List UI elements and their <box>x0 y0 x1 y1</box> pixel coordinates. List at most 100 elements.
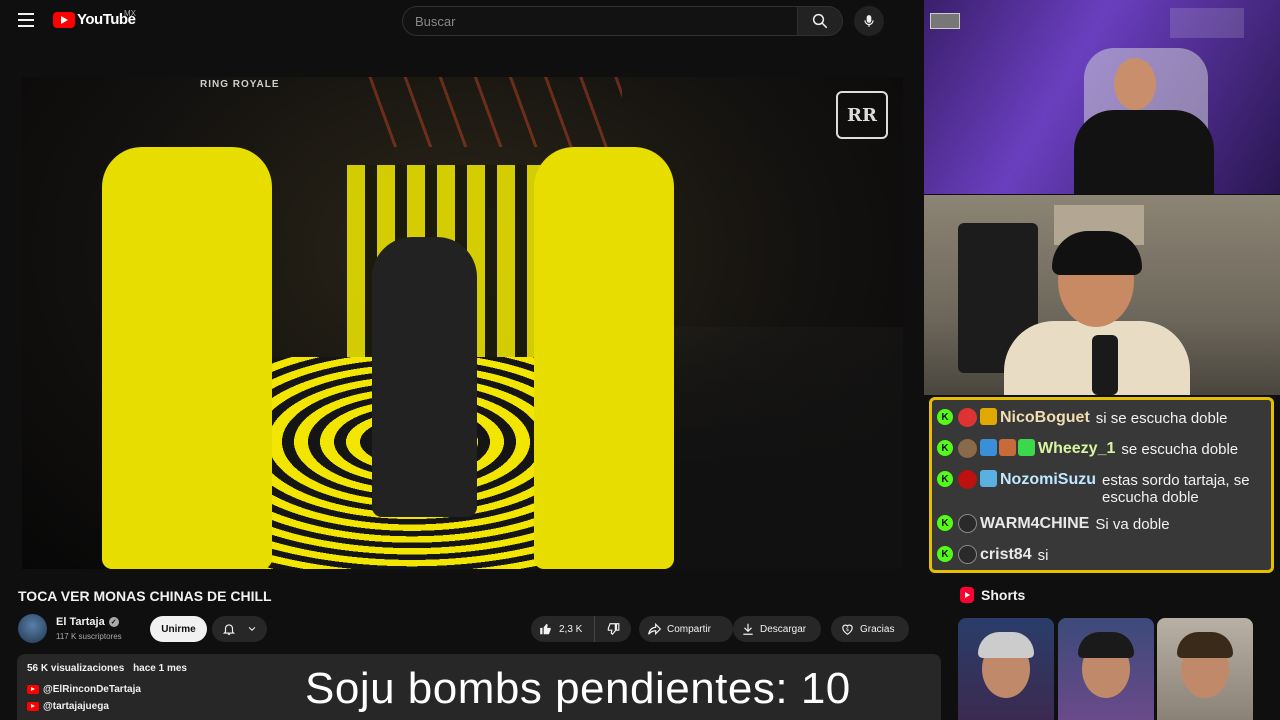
youtube-play-icon <box>53 11 75 28</box>
chat-message: K NozomiSuzu estas sordo tartaja, se esc… <box>937 466 1265 506</box>
country-code: MX <box>124 9 136 18</box>
channel-logo-overlay: RR <box>836 91 888 139</box>
short-hair <box>1078 632 1134 658</box>
thanks-label: Gracias <box>860 623 895 635</box>
webcam-mini-preview <box>930 13 960 29</box>
user-avatar <box>958 408 977 427</box>
stream-overlay-counter: Soju bombs pendientes: 10 <box>305 664 851 713</box>
chat-message: K NicoBoguet si se escucha doble <box>937 404 1265 431</box>
streamer-head <box>1114 58 1156 110</box>
youtube-icon <box>27 685 39 694</box>
streamer-webcam-bottom <box>924 195 1280 395</box>
user-avatar <box>958 439 977 458</box>
chat-username: NicoBoguet <box>1000 409 1090 426</box>
description-link[interactable]: @ElRinconDeTartaja <box>27 684 141 695</box>
chevron-down-icon <box>248 626 255 631</box>
chat-username: crist84 <box>980 546 1032 563</box>
svg-text:$: $ <box>846 627 849 633</box>
kick-badge-icon: K <box>937 546 953 562</box>
link-text: @ElRinconDeTartaja <box>43 684 141 695</box>
top-bar: YouTube MX <box>0 0 930 42</box>
gift-badge-icon <box>1018 439 1035 456</box>
chat-username: WARM4CHINE <box>980 515 1090 532</box>
chat-text: si se escucha doble <box>1095 410 1228 427</box>
short-hair <box>1177 632 1233 658</box>
video-stats: 56 K visualizaciones hace 1 mes <box>27 663 193 674</box>
subscriber-count: 117 K suscriptores <box>56 632 122 641</box>
user-avatar <box>958 545 977 564</box>
link-text: @tartajajuega <box>43 701 109 712</box>
like-count: 2,3 K <box>559 623 583 635</box>
chat-message: K WARM4CHINE Si va doble <box>937 510 1265 537</box>
search-icon <box>812 13 828 29</box>
user-avatar <box>958 470 977 489</box>
short-thumbnail[interactable] <box>1058 618 1154 720</box>
view-count: 56 K visualizaciones <box>27 663 125 674</box>
bell-icon <box>223 624 236 635</box>
performer-center <box>372 237 477 517</box>
shorts-header: Shorts <box>960 587 1025 603</box>
download-icon <box>743 623 753 635</box>
dancer-left <box>102 147 272 569</box>
user-badges <box>980 470 997 487</box>
video-watermark: RING ROYALE <box>200 79 280 90</box>
verified-icon: ✓ <box>108 617 119 627</box>
kick-badge-icon: K <box>937 440 953 456</box>
share-button[interactable]: Compartir <box>639 616 733 642</box>
search-box[interactable] <box>402 6 798 36</box>
short-hair <box>978 632 1034 658</box>
join-button[interactable]: Unirme <box>150 616 207 642</box>
thumbs-up-icon <box>540 623 551 635</box>
microphone-icon <box>864 15 874 27</box>
youtube-icon <box>27 702 39 711</box>
share-icon <box>648 622 662 636</box>
like-dislike-group: 2,3 K <box>531 616 631 642</box>
chat-text: si <box>1037 547 1049 564</box>
kick-badge-icon: K <box>937 471 953 487</box>
crown-badge-icon <box>980 408 997 425</box>
channel-name[interactable]: El Tartaja ✓ <box>56 616 119 628</box>
dislike-button[interactable] <box>595 622 631 636</box>
download-button[interactable]: Descargar <box>733 616 821 642</box>
video-player[interactable]: RING ROYALE RR <box>22 77 903 569</box>
chat-overlay: K NicoBoguet si se escucha doble K Wheez… <box>929 397 1274 573</box>
user-avatar <box>958 514 977 533</box>
user-badges <box>980 408 997 425</box>
streamer-body <box>1074 110 1214 194</box>
chat-username: Wheezy_1 <box>1038 440 1116 457</box>
channel-name-text: El Tartaja <box>56 616 105 628</box>
streamer-webcam-top <box>924 0 1280 194</box>
thanks-button[interactable]: $ Gracias <box>831 616 909 642</box>
chat-text: estas sordo tartaja, se escucha doble <box>1102 472 1250 506</box>
chat-message: K Wheezy_1 se escucha doble <box>937 435 1265 462</box>
video-title: TOCA VER MONAS CHINAS DE CHILL <box>18 588 272 604</box>
thumbs-down-icon <box>607 623 620 636</box>
user-badges <box>980 439 1035 456</box>
like-button[interactable]: 2,3 K <box>531 616 595 642</box>
short-thumbnail[interactable] <box>1157 618 1253 720</box>
notifications-button[interactable] <box>212 616 267 642</box>
description-link[interactable]: @tartajajuega <box>27 701 109 712</box>
short-thumbnail[interactable] <box>958 618 1054 720</box>
microphone <box>1092 335 1118 395</box>
menu-icon[interactable] <box>18 13 34 27</box>
chat-text: Si va doble <box>1095 516 1170 533</box>
search-button[interactable] <box>797 6 843 36</box>
sub-badge-icon <box>980 470 997 487</box>
wall-panel <box>1170 8 1244 38</box>
kick-badge-icon: K <box>937 515 953 531</box>
channel-avatar[interactable] <box>18 614 47 643</box>
chat-text: se escucha doble <box>1121 441 1239 458</box>
download-label: Descargar <box>760 623 807 635</box>
dancer-right <box>534 147 674 569</box>
chat-message: K crist84 si <box>937 541 1265 568</box>
sword-badge-icon <box>980 439 997 456</box>
sub-badge-icon <box>999 439 1016 456</box>
voice-search-button[interactable] <box>854 6 884 36</box>
shorts-icon <box>960 587 974 603</box>
upload-age: hace 1 mes <box>133 663 187 674</box>
kick-badge-icon: K <box>937 409 953 425</box>
stage-lights <box>362 77 622 147</box>
search-input[interactable] <box>415 7 775 35</box>
thanks-heart-icon: $ <box>842 624 853 635</box>
